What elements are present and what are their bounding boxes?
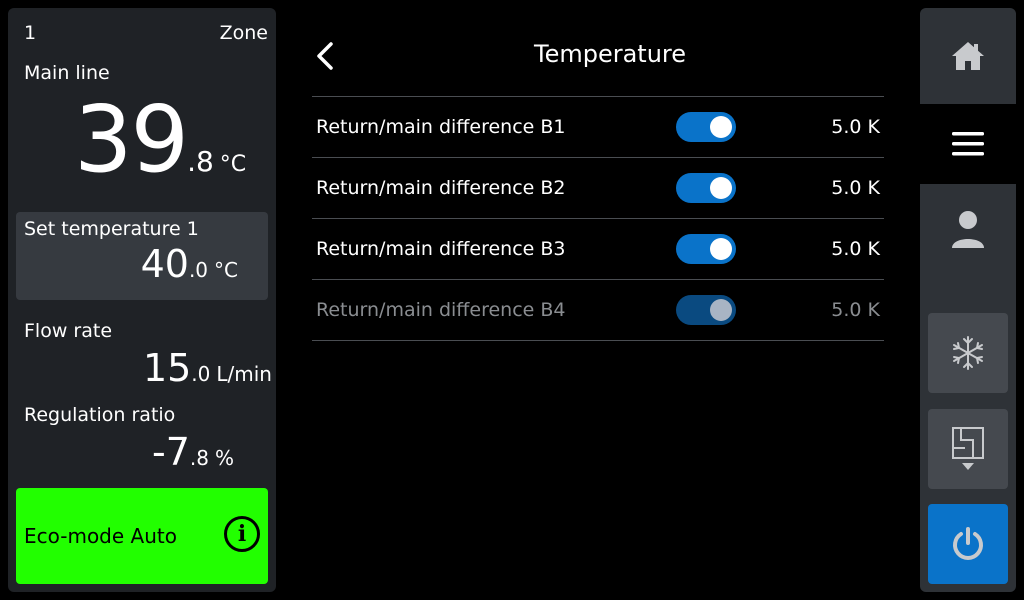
nav-menu-button[interactable] <box>920 104 1016 184</box>
set-temperature-value: 40.0 °C <box>141 242 238 286</box>
set-temperature-unit: °C <box>214 258 238 282</box>
flow-rate-decimal: .0 <box>191 362 211 386</box>
setting-row-b3[interactable]: Return/main difference B3 5.0 K <box>312 219 884 280</box>
toggle-knob <box>710 238 732 260</box>
toggle-switch[interactable] <box>676 234 736 264</box>
status-panel: 1 Zone Main line 39.8 °C Set temperature … <box>8 8 276 592</box>
user-icon <box>952 211 984 248</box>
main-line-value: 39.8 °C <box>74 94 274 186</box>
main-line-integer: 39 <box>74 86 189 193</box>
zone-number: 1 <box>24 22 37 44</box>
toggle-knob <box>710 177 732 199</box>
set-temperature-label: Set temperature 1 <box>24 218 199 240</box>
info-icon[interactable]: i <box>224 516 260 552</box>
setting-row-b4: Return/main difference B4 5.0 K <box>312 280 884 341</box>
eco-mode-label: Eco-mode Auto <box>24 524 177 548</box>
zone-label: Zone <box>219 22 268 44</box>
main-line-label: Main line <box>24 62 110 84</box>
setting-value[interactable]: 5.0 K <box>831 116 880 138</box>
page-title: Temperature <box>533 40 687 68</box>
flow-rate-unit: L/min <box>216 362 272 386</box>
setting-row-b1[interactable]: Return/main difference B1 5.0 K <box>312 97 884 158</box>
regulation-ratio-label: Regulation ratio <box>24 404 176 426</box>
nav-home-button[interactable] <box>920 8 1016 104</box>
setting-value: 5.0 K <box>831 299 880 321</box>
regulation-ratio-integer: -7 <box>152 430 190 474</box>
setting-label: Return/main difference B3 <box>316 238 566 260</box>
power-icon <box>953 527 983 560</box>
nav-cooling-button[interactable] <box>928 313 1008 393</box>
set-temperature-integer: 40 <box>140 242 189 286</box>
set-temperature-box[interactable]: Set temperature 1 40.0 °C <box>16 212 268 300</box>
toggle-switch[interactable] <box>676 112 736 142</box>
snowflake-icon <box>953 336 983 370</box>
setting-row-b2[interactable]: Return/main difference B2 5.0 K <box>312 158 884 219</box>
eco-mode-box[interactable]: Eco-mode Auto i <box>16 488 268 584</box>
door-icon <box>952 427 984 470</box>
chevron-left-icon <box>317 42 333 70</box>
setting-label: Return/main difference B2 <box>316 177 566 199</box>
menu-icon <box>952 132 984 156</box>
flow-rate-label: Flow rate <box>24 320 113 342</box>
toggle-knob <box>710 116 732 138</box>
nav-power-button[interactable] <box>928 504 1008 584</box>
toggle-knob <box>710 299 732 321</box>
main-line-unit: °C <box>219 152 247 177</box>
setting-label: Return/main difference B4 <box>316 299 566 321</box>
main-line-decimal: .8 <box>187 145 214 178</box>
back-button[interactable] <box>312 38 340 74</box>
nav-door-button[interactable] <box>928 409 1008 489</box>
set-temperature-decimal: .0 <box>188 258 209 282</box>
regulation-ratio-unit: % <box>214 446 234 470</box>
regulation-ratio-decimal: .8 <box>189 446 209 470</box>
flow-rate-value: 15.0 L/min <box>143 346 272 390</box>
setting-value[interactable]: 5.0 K <box>831 238 880 260</box>
home-icon <box>952 42 984 70</box>
setting-value[interactable]: 5.0 K <box>831 177 880 199</box>
setting-label: Return/main difference B1 <box>316 116 566 138</box>
toggle-switch[interactable] <box>676 173 736 203</box>
settings-list: Return/main difference B1 5.0 K Return/m… <box>312 96 884 341</box>
flow-rate-integer: 15 <box>142 346 192 390</box>
toggle-switch <box>676 295 736 325</box>
regulation-ratio-value: -7.8% <box>152 430 234 474</box>
